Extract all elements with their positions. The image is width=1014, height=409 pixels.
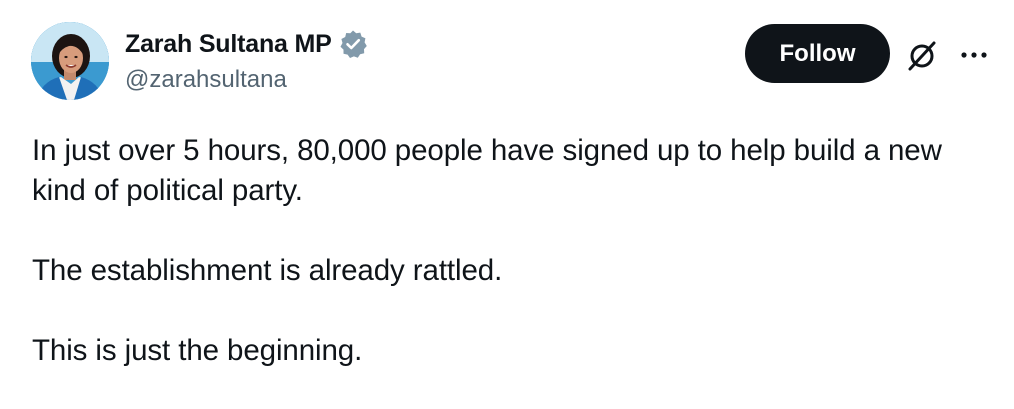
- tweet-paragraph: In just over 5 hours, 80,000 people have…: [32, 134, 942, 207]
- follow-button[interactable]: Follow: [745, 24, 890, 83]
- profile-photo: [31, 22, 109, 100]
- tweet-paragraph: The establishment is already rattled.: [32, 254, 503, 287]
- tweet-text: In just over 5 hours, 80,000 people have…: [32, 131, 1002, 371]
- handle[interactable]: @zarahsultana: [125, 66, 287, 94]
- verified-badge-icon[interactable]: [338, 29, 368, 59]
- avatar[interactable]: [31, 22, 109, 100]
- more-options-icon[interactable]: [956, 40, 992, 70]
- tweet-paragraph: This is just the beginning.: [32, 334, 363, 367]
- tweet-card: Zarah Sultana MP @zarahsultana Follow In…: [0, 0, 1014, 409]
- author-name-row: Zarah Sultana MP: [125, 28, 368, 60]
- display-name[interactable]: Zarah Sultana MP: [125, 30, 332, 59]
- slashed-circle-icon[interactable]: [904, 38, 940, 74]
